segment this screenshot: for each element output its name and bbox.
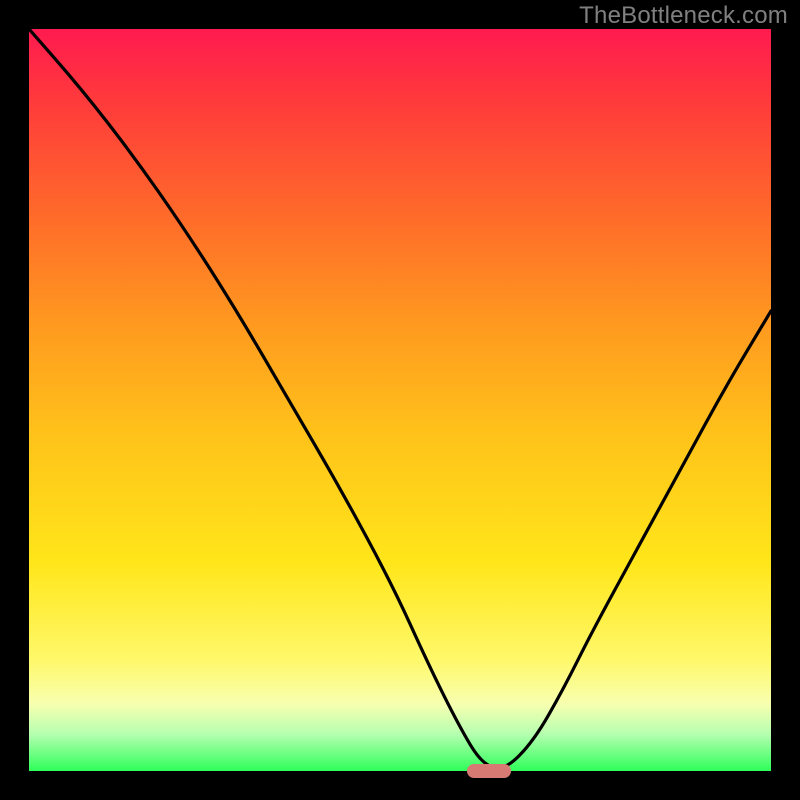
chart-frame: TheBottleneck.com: [0, 0, 800, 800]
chart-overlay: [0, 0, 800, 800]
watermark: TheBottleneck.com: [579, 2, 788, 30]
bottleneck-curve: [29, 29, 771, 768]
minimum-marker: [467, 764, 511, 778]
